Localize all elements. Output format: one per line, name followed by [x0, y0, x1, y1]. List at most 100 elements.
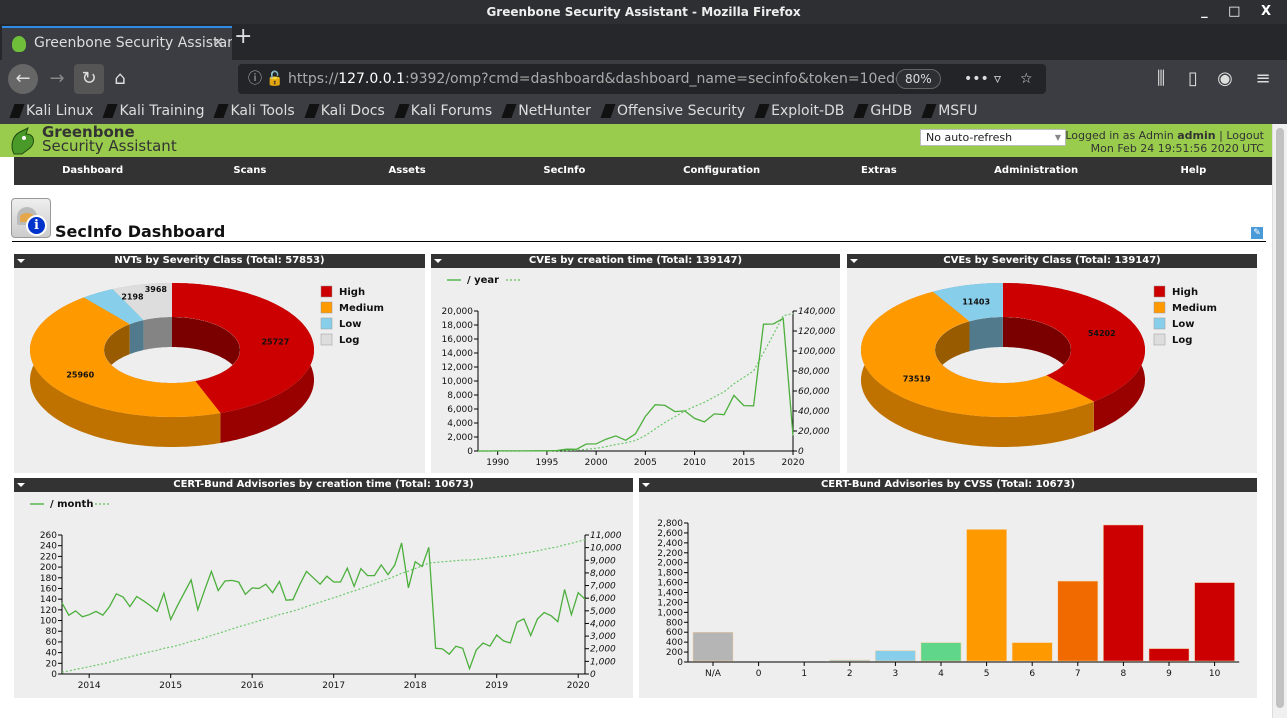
bookmark-item[interactable]: NetHunter: [501, 103, 591, 119]
nav-dashboard[interactable]: Dashboard: [14, 157, 171, 185]
tick-label: 2,000: [447, 433, 473, 443]
tick-label: 0: [590, 670, 596, 680]
nav-secinfo[interactable]: SecInfo: [486, 157, 643, 185]
new-tab-button[interactable]: +: [234, 24, 252, 49]
chart-svg: 25727 25960 21983968 High Medium Low Log: [30, 283, 384, 447]
tick-label: 0: [677, 658, 683, 668]
bookmark-icon: [600, 104, 616, 118]
nav-help[interactable]: Help: [1115, 157, 1272, 185]
legend-label: Log: [1172, 335, 1192, 346]
panel-header[interactable]: CERT-Bund Advisories by CVSS (Total: 106…: [639, 478, 1257, 492]
edit-dashboard-icon[interactable]: ✎: [1251, 227, 1263, 239]
bookmark-item[interactable]: Kali Forums: [394, 103, 492, 119]
bookmark-item[interactable]: GHDB: [853, 103, 912, 119]
tick-label: 4,000: [590, 619, 616, 629]
bookmark-item[interactable]: Kali Linux: [9, 103, 93, 119]
data-label: 54202: [1088, 329, 1116, 338]
chart-svg: 54202 73519 11403 High Medium Low Log: [861, 283, 1217, 447]
back-icon[interactable]: ←: [8, 64, 38, 94]
window-controls[interactable]: _ □ X: [1201, 0, 1279, 24]
cves-severity-panel: CVEs by Severity Class (Total: 139147) 54…: [847, 254, 1257, 473]
panel-menu-icon[interactable]: [434, 259, 442, 263]
bar-6[interactable]: [1011, 642, 1053, 662]
tick-label: 100,000: [798, 347, 835, 357]
account-icon[interactable]: ◉: [1210, 64, 1240, 94]
bar-8[interactable]: [1103, 524, 1144, 662]
tick-label: 2000: [585, 458, 608, 468]
menu-icon[interactable]: ≡: [1248, 64, 1278, 94]
tick-label: 200: [40, 563, 57, 573]
bar-4[interactable]: [920, 642, 962, 662]
tick-label: 400: [666, 638, 683, 648]
bar-5[interactable]: [966, 529, 1007, 662]
nav-scans[interactable]: Scans: [171, 157, 328, 185]
legend-label: Low: [1172, 319, 1194, 330]
info-icon[interactable]: ⓘ: [248, 64, 262, 94]
bar-2[interactable]: [829, 659, 871, 662]
sidebar-icon[interactable]: ▯: [1178, 64, 1208, 94]
cumulative-line: [61, 539, 586, 673]
tick-label: 14,000: [442, 349, 474, 359]
home-icon[interactable]: ⌂: [105, 64, 135, 94]
close-tab-icon[interactable]: ✕: [212, 28, 224, 59]
page-title: SecInfo Dashboard: [55, 222, 226, 241]
tick-label: 18,000: [442, 321, 474, 331]
datetime: Mon Feb 24 19:51:56 2020 UTC: [1090, 142, 1264, 155]
legend-swatch: [320, 333, 333, 346]
bookmark-icon: [921, 104, 937, 118]
tick-label: 10: [1209, 669, 1221, 679]
panel-header[interactable]: CVEs by creation time (Total: 139147): [431, 254, 840, 268]
bar-9[interactable]: [1148, 648, 1190, 662]
bookmark-item[interactable]: Offensive Security: [600, 103, 745, 119]
bar-3[interactable]: [875, 650, 916, 662]
bookmark-star-icon[interactable]: ☆: [1020, 64, 1033, 94]
bar-10[interactable]: [1194, 582, 1235, 662]
bookmark-item[interactable]: Kali Docs: [304, 103, 385, 119]
zoom-level[interactable]: 80%: [896, 69, 941, 89]
scrollbar[interactable]: [1272, 124, 1287, 718]
url-bar[interactable]: ⓘ 🔓 https://127.0.0.1:9392/omp?cmd=dashb…: [238, 64, 1046, 94]
panel-menu-icon[interactable]: [642, 483, 650, 487]
bar-N/A[interactable]: [692, 631, 734, 662]
bar-7[interactable]: [1057, 580, 1099, 662]
main-nav: Dashboard Scans Assets SecInfo Configuration…: [14, 157, 1272, 185]
nav-configuration[interactable]: Configuration: [643, 157, 800, 185]
tick-label: 4,000: [447, 419, 473, 429]
bookmark-icon: [501, 104, 517, 118]
tick-label: 2018: [404, 681, 427, 691]
nav-assets[interactable]: Assets: [329, 157, 486, 185]
more-actions-icon[interactable]: •••: [964, 64, 989, 94]
chart-title: CERT-Bund Advisories by CVSS (Total: 106…: [820, 479, 1076, 490]
panel-menu-icon[interactable]: [850, 259, 858, 263]
panel-menu-icon[interactable]: [17, 259, 25, 263]
pocket-icon[interactable]: ▿: [994, 64, 1001, 94]
bookmark-item[interactable]: MSFU: [921, 103, 977, 119]
cves-time-panel: CVEs by creation time (Total: 139147) / y…: [431, 254, 840, 473]
tick-label: 160: [40, 584, 57, 594]
panel-menu-icon[interactable]: [17, 483, 25, 487]
window-title: Greenbone Security Assistant - Mozilla F…: [0, 0, 1287, 24]
reload-icon[interactable]: ↻: [74, 64, 104, 94]
data-label: 25960: [66, 370, 94, 379]
browser-tab[interactable]: Greenbone Security Assistant ✕: [2, 26, 232, 60]
tick-label: 2020: [782, 458, 805, 468]
panel-header[interactable]: CVEs by Severity Class (Total: 139147): [847, 254, 1257, 268]
lock-warning-icon[interactable]: 🔓: [266, 64, 283, 94]
bookmark-icon: [853, 104, 869, 118]
tick-label: 20,000: [798, 427, 830, 437]
bookmark-item[interactable]: Kali Tools: [213, 103, 295, 119]
nav-extras[interactable]: Extras: [800, 157, 957, 185]
logout-link[interactable]: Logout: [1226, 129, 1264, 142]
nav-administration[interactable]: Administration: [958, 157, 1115, 185]
library-icon[interactable]: ⫼: [1146, 64, 1176, 94]
auto-refresh-select[interactable]: No auto-refresh ▼: [920, 129, 1066, 146]
tick-label: 2016: [241, 681, 264, 691]
bookmark-item[interactable]: Kali Training: [102, 103, 204, 119]
bookmark-item[interactable]: Exploit-DB: [754, 103, 844, 119]
username-link[interactable]: admin: [1177, 129, 1215, 142]
panel-header[interactable]: CERT-Bund Advisories by creation time (T…: [14, 478, 633, 492]
tick-label: 0: [467, 447, 473, 457]
secinfo-icon: i: [11, 198, 51, 238]
panel-header[interactable]: NVTs by Severity Class (Total: 57853): [14, 254, 425, 268]
forward-icon[interactable]: →: [42, 64, 72, 94]
